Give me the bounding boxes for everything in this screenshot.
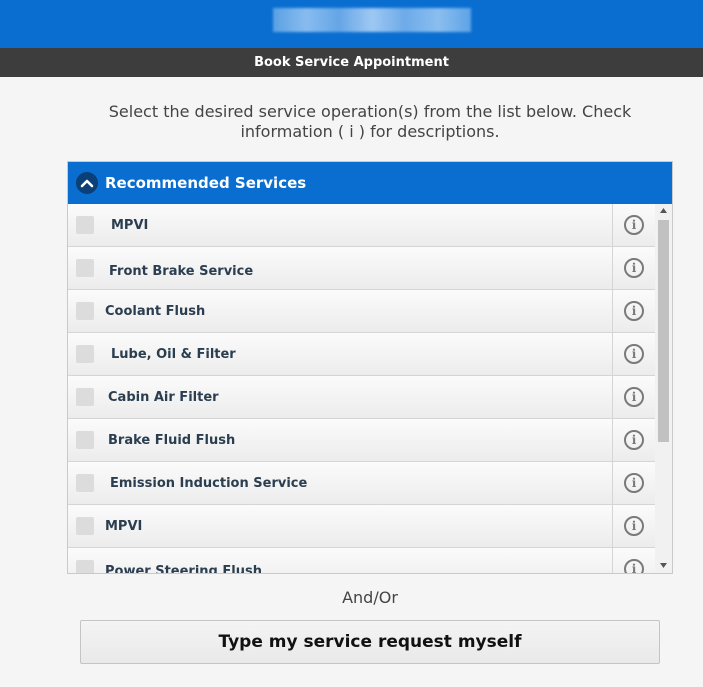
info-button[interactable]: i [612,290,655,332]
info-button[interactable]: i [612,204,655,246]
info-button[interactable]: i [612,376,655,418]
service-row[interactable]: Lube, Oil & Filter i [68,333,655,376]
instructions-line-1: Select the desired service operation(s) … [108,102,632,121]
service-row[interactable]: Brake Fluid Flush i [68,419,655,462]
info-icon[interactable]: i [624,473,644,493]
service-label[interactable]: Lube, Oil & Filter [111,333,236,376]
service-row[interactable]: Cabin Air Filter i [68,376,655,419]
page-title: Book Service Appointment [254,55,449,70]
service-row[interactable]: Emission Induction Service i [68,462,655,505]
page-title-bar: Book Service Appointment [0,48,703,77]
service-row[interactable]: Power Steering Flush i [68,548,655,573]
info-button[interactable]: i [612,333,655,375]
info-button[interactable]: i [612,548,655,573]
service-label[interactable]: Front Brake Service [109,250,253,293]
service-row[interactable]: MPVI i [68,204,655,247]
service-checkbox[interactable] [76,431,94,449]
info-icon[interactable]: i [624,301,644,321]
instructions-line-2: information ( i ) for descriptions. [240,122,500,141]
service-row[interactable]: Front Brake Service i [68,247,655,290]
top-brand-bar [0,0,703,48]
service-checkbox[interactable] [76,216,94,234]
instructions-text: Select the desired service operation(s) … [90,102,650,142]
service-checkbox[interactable] [76,345,94,363]
service-label[interactable]: Brake Fluid Flush [108,419,235,462]
service-checkbox[interactable] [76,474,94,492]
and-or-separator: And/Or [342,588,398,607]
service-checkbox[interactable] [76,388,94,406]
list-scrollbar[interactable] [655,204,672,573]
info-button[interactable]: i [612,419,655,461]
service-list: MPVI i Front Brake Service i Coolant Flu… [68,204,672,573]
service-label[interactable]: Coolant Flush [105,290,205,333]
service-label[interactable]: Emission Induction Service [110,462,307,505]
info-icon[interactable]: i [624,258,644,278]
service-label[interactable]: Cabin Air Filter [108,376,219,419]
dealer-logo-blurred [273,8,471,32]
scrollbar-thumb[interactable] [658,220,669,442]
service-checkbox[interactable] [76,259,94,277]
info-icon[interactable]: i [624,215,644,235]
service-label[interactable]: MPVI [105,505,142,548]
service-label[interactable]: Power Steering Flush [105,550,262,573]
info-icon[interactable]: i [624,344,644,364]
service-row[interactable]: Coolant Flush i [68,290,655,333]
scroll-down-arrow-icon[interactable] [655,559,672,573]
recommended-services-panel: Recommended Services MPVI i Front Brake … [67,161,673,574]
panel-header[interactable]: Recommended Services [68,162,672,204]
type-service-request-button[interactable]: Type my service request myself [80,620,660,664]
info-icon[interactable]: i [624,387,644,407]
info-icon[interactable]: i [624,559,644,573]
info-icon[interactable]: i [624,430,644,450]
info-button[interactable]: i [612,505,655,547]
info-button[interactable]: i [612,247,655,289]
service-checkbox[interactable] [76,302,94,320]
service-label[interactable]: MPVI [111,204,148,247]
info-icon[interactable]: i [624,516,644,536]
chevron-up-icon[interactable] [76,172,98,194]
service-checkbox[interactable] [76,517,94,535]
info-button[interactable]: i [612,462,655,504]
service-checkbox[interactable] [76,560,94,573]
scroll-up-arrow-icon[interactable] [655,204,672,218]
panel-title: Recommended Services [105,174,307,192]
service-row[interactable]: MPVI i [68,505,655,548]
